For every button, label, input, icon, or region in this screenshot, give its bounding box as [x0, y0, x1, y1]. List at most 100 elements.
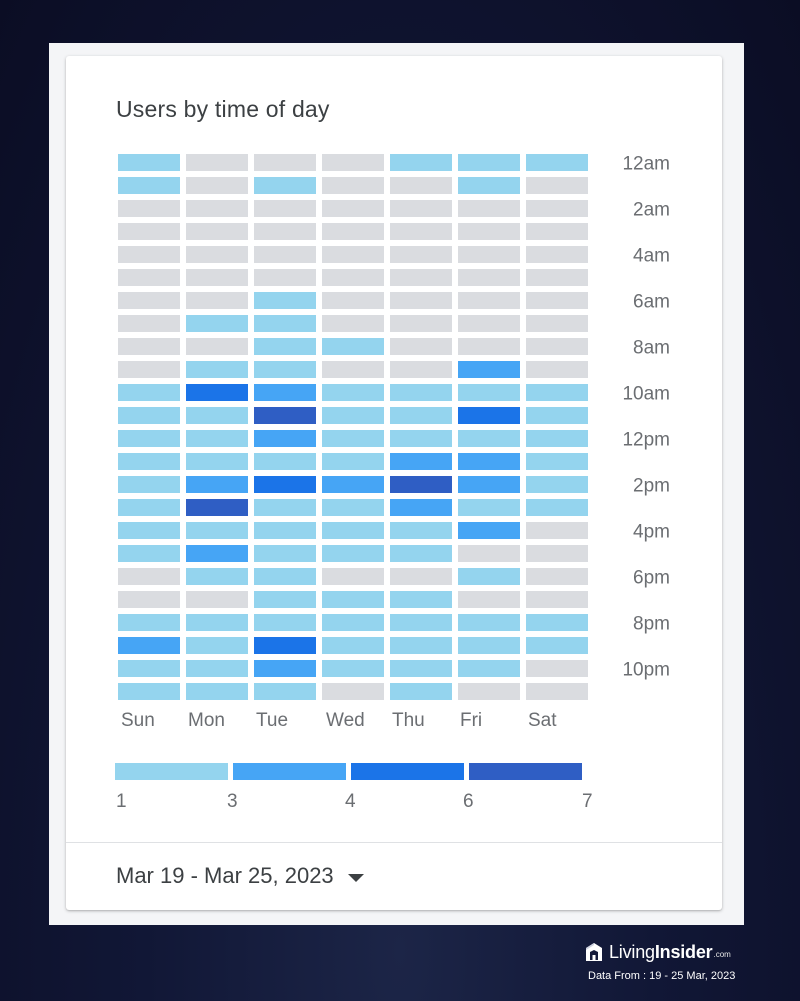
heatmap-cell[interactable] — [322, 292, 384, 309]
heatmap-cell[interactable] — [186, 315, 248, 332]
heatmap-cell[interactable] — [118, 269, 180, 286]
heatmap-cell[interactable] — [322, 315, 384, 332]
heatmap-cell[interactable] — [186, 637, 248, 654]
heatmap-cell[interactable] — [390, 177, 452, 194]
heatmap-cell[interactable] — [390, 292, 452, 309]
heatmap-cell[interactable] — [458, 430, 520, 447]
heatmap-cell[interactable] — [254, 522, 316, 539]
heatmap-cell[interactable] — [458, 223, 520, 240]
heatmap-cell[interactable] — [118, 361, 180, 378]
heatmap-cell[interactable] — [458, 660, 520, 677]
heatmap-cell[interactable] — [118, 499, 180, 516]
heatmap-cell[interactable] — [322, 361, 384, 378]
heatmap-cell[interactable] — [254, 407, 316, 424]
heatmap-cell[interactable] — [254, 614, 316, 631]
heatmap-cell[interactable] — [254, 499, 316, 516]
heatmap-cell[interactable] — [118, 200, 180, 217]
heatmap-cell[interactable] — [390, 154, 452, 171]
heatmap-cell[interactable] — [458, 591, 520, 608]
heatmap-cell[interactable] — [186, 154, 248, 171]
heatmap-cell[interactable] — [254, 315, 316, 332]
heatmap-cell[interactable] — [254, 430, 316, 447]
heatmap-cell[interactable] — [526, 476, 588, 493]
heatmap-cell[interactable] — [186, 246, 248, 263]
heatmap-cell[interactable] — [186, 522, 248, 539]
heatmap-cell[interactable] — [186, 430, 248, 447]
heatmap-cell[interactable] — [254, 476, 316, 493]
heatmap-cell[interactable] — [254, 683, 316, 700]
heatmap-cell[interactable] — [186, 407, 248, 424]
heatmap-cell[interactable] — [254, 338, 316, 355]
heatmap-cell[interactable] — [458, 246, 520, 263]
heatmap-cell[interactable] — [186, 683, 248, 700]
heatmap-cell[interactable] — [390, 200, 452, 217]
heatmap-cell[interactable] — [390, 568, 452, 585]
heatmap-cell[interactable] — [118, 154, 180, 171]
heatmap-cell[interactable] — [526, 315, 588, 332]
heatmap-cell[interactable] — [118, 568, 180, 585]
heatmap-cell[interactable] — [390, 476, 452, 493]
heatmap-cell[interactable] — [458, 177, 520, 194]
heatmap-cell[interactable] — [118, 223, 180, 240]
heatmap-cell[interactable] — [254, 154, 316, 171]
heatmap-cell[interactable] — [390, 361, 452, 378]
heatmap-cell[interactable] — [254, 361, 316, 378]
heatmap-cell[interactable] — [186, 453, 248, 470]
heatmap-cell[interactable] — [118, 338, 180, 355]
heatmap-cell[interactable] — [526, 453, 588, 470]
heatmap-cell[interactable] — [254, 660, 316, 677]
heatmap-cell[interactable] — [118, 453, 180, 470]
heatmap-cell[interactable] — [458, 476, 520, 493]
heatmap-cell[interactable] — [186, 292, 248, 309]
heatmap-cell[interactable] — [458, 338, 520, 355]
heatmap-cell[interactable] — [458, 568, 520, 585]
heatmap-cell[interactable] — [322, 660, 384, 677]
heatmap-cell[interactable] — [254, 223, 316, 240]
heatmap-cell[interactable] — [458, 269, 520, 286]
heatmap-cell[interactable] — [526, 614, 588, 631]
heatmap-cell[interactable] — [254, 292, 316, 309]
heatmap-cell[interactable] — [526, 522, 588, 539]
heatmap-cell[interactable] — [322, 545, 384, 562]
heatmap-cell[interactable] — [186, 177, 248, 194]
heatmap-cell[interactable] — [186, 568, 248, 585]
heatmap-cell[interactable] — [526, 200, 588, 217]
heatmap-cell[interactable] — [458, 315, 520, 332]
heatmap-cell[interactable] — [322, 591, 384, 608]
heatmap-cell[interactable] — [526, 545, 588, 562]
heatmap-cell[interactable] — [118, 660, 180, 677]
heatmap-cell[interactable] — [390, 591, 452, 608]
heatmap-cell[interactable] — [118, 476, 180, 493]
heatmap-cell[interactable] — [526, 269, 588, 286]
heatmap-cell[interactable] — [118, 292, 180, 309]
heatmap-cell[interactable] — [526, 591, 588, 608]
heatmap-cell[interactable] — [118, 614, 180, 631]
heatmap-cell[interactable] — [186, 384, 248, 401]
heatmap-cell[interactable] — [322, 453, 384, 470]
heatmap-cell[interactable] — [526, 407, 588, 424]
heatmap-cell[interactable] — [390, 223, 452, 240]
heatmap-cell[interactable] — [254, 453, 316, 470]
heatmap-cell[interactable] — [186, 591, 248, 608]
heatmap-cell[interactable] — [390, 246, 452, 263]
heatmap-cell[interactable] — [458, 407, 520, 424]
heatmap-cell[interactable] — [390, 545, 452, 562]
heatmap-cell[interactable] — [254, 568, 316, 585]
heatmap-cell[interactable] — [458, 453, 520, 470]
heatmap-cell[interactable] — [186, 614, 248, 631]
heatmap-cell[interactable] — [526, 660, 588, 677]
heatmap-cell[interactable] — [526, 338, 588, 355]
heatmap-cell[interactable] — [254, 246, 316, 263]
heatmap-cell[interactable] — [390, 522, 452, 539]
heatmap-cell[interactable] — [458, 614, 520, 631]
heatmap-cell[interactable] — [322, 430, 384, 447]
date-range-selector[interactable]: Mar 19 - Mar 25, 2023 — [116, 860, 364, 892]
heatmap-cell[interactable] — [254, 545, 316, 562]
heatmap-cell[interactable] — [322, 568, 384, 585]
heatmap-cell[interactable] — [526, 568, 588, 585]
heatmap-cell[interactable] — [390, 407, 452, 424]
heatmap-cell[interactable] — [322, 476, 384, 493]
heatmap-cell[interactable] — [458, 200, 520, 217]
heatmap-cell[interactable] — [118, 430, 180, 447]
heatmap-cell[interactable] — [322, 177, 384, 194]
